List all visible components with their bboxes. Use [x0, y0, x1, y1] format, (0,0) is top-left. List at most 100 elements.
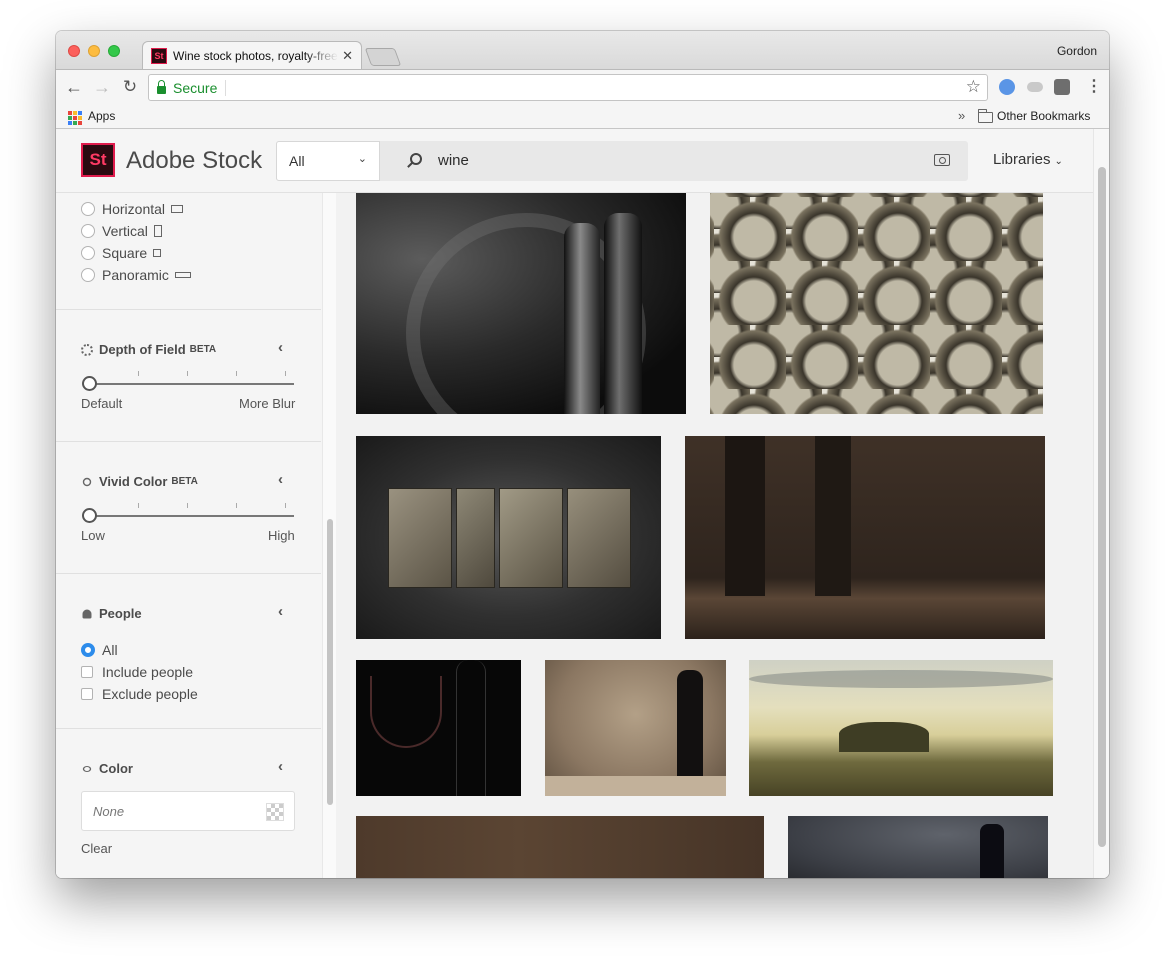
adobe-stock-logo[interactable]: St — [81, 143, 115, 177]
browser-tab[interactable]: St Wine stock photos, royalty-free ✕ — [142, 41, 362, 69]
extension-pill-icon[interactable] — [1027, 82, 1043, 92]
checkbox[interactable] — [81, 688, 93, 700]
result-image-6[interactable] — [545, 660, 726, 796]
wine-glass-shape — [370, 676, 442, 748]
letter-blocks — [388, 488, 631, 588]
orientation-label: Square — [102, 245, 148, 261]
title-bar: St Wine stock photos, royalty-free ✕ Gor… — [56, 31, 1109, 69]
back-arrow-icon[interactable]: ← — [64, 77, 84, 98]
people-heading[interactable]: People — [81, 606, 142, 621]
beta-badge: BETA — [189, 344, 217, 355]
slider-min-label: Default — [81, 396, 123, 411]
divider — [56, 441, 321, 442]
orientation-square-option[interactable]: Square — [81, 245, 162, 261]
vivid-color-slider[interactable] — [86, 515, 294, 517]
reload-icon[interactable]: ↻ — [120, 77, 140, 97]
tab-title: Wine stock photos, royalty-free — [173, 48, 338, 63]
radio-button[interactable] — [81, 202, 95, 216]
address-bar[interactable]: Secure ☆ — [148, 74, 988, 101]
color-picker-input[interactable]: None — [81, 791, 295, 831]
orientation-vertical-option[interactable]: Vertical — [81, 223, 162, 239]
depth-of-field-heading[interactable]: Depth of Field BETA — [81, 342, 216, 357]
slider-handle[interactable] — [82, 508, 97, 523]
radio-button-checked[interactable] — [81, 643, 95, 657]
extension-globe-icon[interactable] — [999, 79, 1015, 95]
barrels-pattern — [710, 193, 1043, 414]
slider-tick — [138, 503, 139, 508]
browser-window: St Wine stock photos, royalty-free ✕ Gor… — [56, 31, 1109, 878]
result-image-9[interactable] — [788, 816, 1048, 878]
result-image-1[interactable] — [356, 193, 686, 414]
orientation-horizontal-option[interactable]: Horizontal — [81, 201, 184, 217]
result-image-3[interactable] — [356, 436, 661, 639]
collapse-chevron-icon[interactable]: ‹ — [278, 758, 283, 775]
barrel-band — [725, 436, 765, 596]
minimize-window-button[interactable] — [88, 45, 100, 57]
libraries-menu[interactable]: Libraries ⌄ — [993, 151, 1063, 168]
sidebar-scrollbar-thumb[interactable] — [327, 519, 333, 805]
section-title: People — [99, 606, 142, 621]
sun-icon — [82, 477, 92, 486]
slider-tick — [285, 503, 286, 508]
radio-button[interactable] — [81, 224, 95, 238]
asset-type-select[interactable]: All ⌄ — [276, 141, 380, 181]
slider-handle[interactable] — [82, 376, 97, 391]
sidebar-scrollbar[interactable] — [322, 193, 336, 878]
bookmark-star-icon[interactable]: ☆ — [966, 77, 981, 97]
collapse-chevron-icon[interactable]: ‹ — [278, 603, 283, 620]
clear-color-link[interactable]: Clear — [81, 841, 112, 856]
result-image-8[interactable] — [356, 816, 764, 878]
camera-icon[interactable] — [934, 154, 950, 166]
close-window-button[interactable] — [68, 45, 80, 57]
section-title: Depth of Field — [99, 342, 186, 357]
profile-name[interactable]: Gordon — [1057, 44, 1097, 58]
people-all-option[interactable]: All — [81, 642, 118, 658]
chevron-down-icon: ⌄ — [357, 153, 367, 165]
hilltop-villa — [839, 722, 929, 752]
vertical-shape-icon — [153, 225, 162, 237]
collapse-chevron-icon[interactable]: ‹ — [278, 471, 283, 488]
search-icon[interactable] — [410, 153, 422, 165]
orientation-label: Vertical — [102, 223, 148, 239]
depth-of-field-slider[interactable] — [86, 383, 294, 385]
extension-square-icon[interactable] — [1054, 79, 1070, 95]
slider-tick — [236, 371, 237, 376]
secure-label: Secure — [173, 79, 227, 96]
color-heading[interactable]: Color — [81, 761, 133, 776]
option-label: All — [102, 642, 118, 658]
search-input[interactable]: wine — [438, 152, 469, 169]
transparency-checker-icon[interactable] — [266, 803, 284, 821]
result-image-7[interactable] — [749, 660, 1053, 796]
people-include-option[interactable]: Include people — [81, 664, 193, 680]
checkbox[interactable] — [81, 666, 93, 678]
result-image-2[interactable] — [710, 193, 1043, 414]
brand-name[interactable]: Adobe Stock — [126, 147, 262, 175]
bookmarks-bar: Apps » Other Bookmarks — [56, 105, 1109, 129]
people-icon — [82, 609, 92, 618]
orientation-panoramic-option[interactable]: Panoramic — [81, 267, 191, 283]
divider — [56, 573, 321, 574]
radio-button[interactable] — [81, 246, 95, 260]
people-exclude-option[interactable]: Exclude people — [81, 686, 198, 702]
slider-tick — [285, 371, 286, 376]
slider-max-label: High — [268, 528, 295, 543]
zoom-window-button[interactable] — [108, 45, 120, 57]
browser-menu-icon[interactable]: ⋮ — [1086, 76, 1102, 96]
divider — [56, 309, 321, 310]
new-tab-button[interactable] — [364, 48, 402, 66]
table-surface — [545, 776, 726, 796]
result-image-5[interactable] — [356, 660, 521, 796]
collapse-chevron-icon[interactable]: ‹ — [278, 339, 283, 356]
vivid-color-heading[interactable]: Vivid Color BETA — [81, 474, 198, 489]
page-scrollbar-thumb[interactable] — [1098, 167, 1106, 847]
radio-button[interactable] — [81, 268, 95, 282]
forward-arrow-icon[interactable]: → — [92, 77, 112, 98]
aperture-icon — [81, 343, 93, 356]
apps-bookmark[interactable]: Apps — [88, 109, 115, 123]
close-tab-icon[interactable]: ✕ — [342, 48, 353, 64]
page-scrollbar[interactable] — [1093, 129, 1109, 878]
more-bookmarks-icon[interactable]: » — [958, 108, 965, 123]
other-bookmarks[interactable]: Other Bookmarks — [997, 109, 1090, 123]
apps-grid-icon[interactable] — [68, 111, 82, 125]
result-image-4[interactable] — [685, 436, 1045, 639]
